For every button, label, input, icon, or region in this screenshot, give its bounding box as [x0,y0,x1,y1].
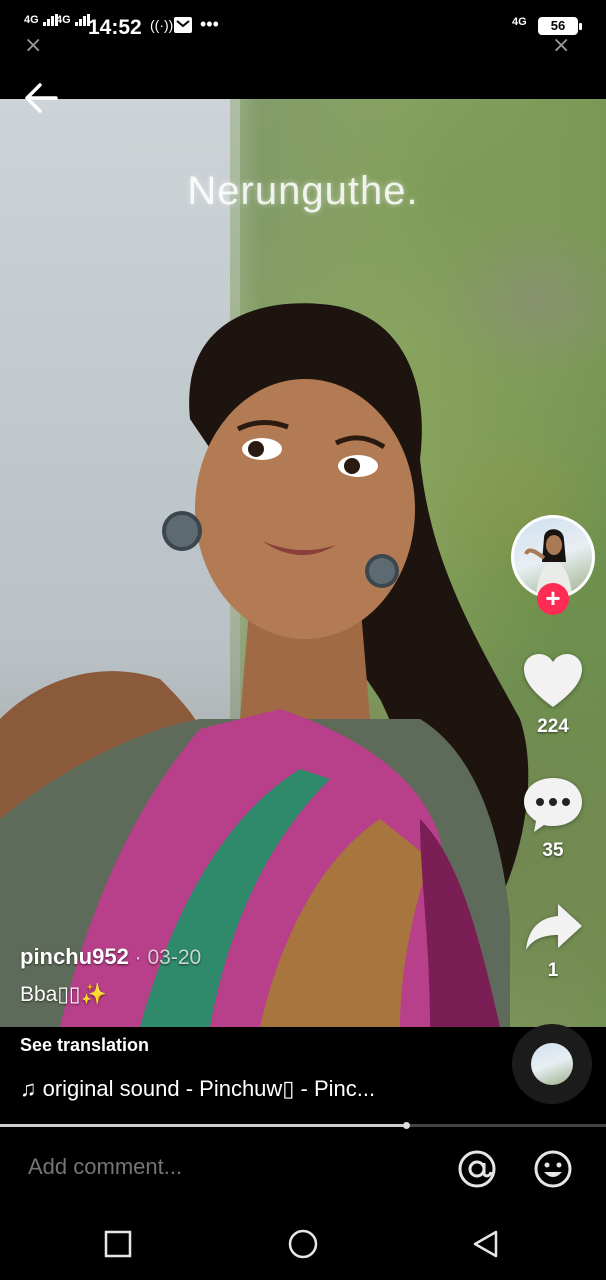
signal-indicator-2: 4G [56,14,91,26]
video-subject [0,303,529,1027]
network-right: 4G [512,16,527,28]
comment-input[interactable] [28,1154,428,1180]
sound-link[interactable]: ♫ original sound - Pinchuw▯ - Pinc... [20,1076,375,1102]
comment-bubble-icon [524,778,582,832]
comment-button[interactable]: 35 [518,776,588,862]
like-count: 224 [537,716,569,737]
sound-disc-avatar [531,1043,573,1085]
post-description: Bba▯▯✨ [20,983,107,1006]
emoji-icon[interactable] [532,1148,574,1190]
progress-fill [0,1124,407,1127]
creator-avatar-button[interactable]: + [511,515,595,615]
triangle-back-icon[interactable] [470,1228,502,1260]
signal-2-label: 4G [56,14,71,26]
follow-button[interactable]: + [537,583,569,615]
video-overlay-text: Nerunguthe. [187,169,419,213]
share-button[interactable]: 1 [518,902,588,982]
hotspot-icon: ((·)) [150,17,174,33]
comment-bar [0,1130,606,1206]
system-nav-bar [0,1206,606,1280]
square-icon[interactable] [102,1228,134,1260]
at-sign-icon[interactable] [456,1148,498,1190]
heart-icon [524,654,582,707]
back-arrow-icon[interactable] [22,78,62,118]
status-bar: 4G 4G 14:52 ((·)) ••• 4G 56 ⨯ ⨯ [0,0,606,57]
capcut-watermark-icon: ⨯ [552,32,571,57]
sound-disc-button[interactable] [512,1024,592,1104]
capcut-watermark-icon: ⨯ [24,32,43,57]
see-translation-link[interactable]: See translation [20,1035,149,1056]
signal-indicator-1: 4G [24,14,59,26]
share-count: 1 [547,960,559,981]
username[interactable]: pinchu952 [20,944,129,969]
signal-1-label: 4G [24,14,39,26]
post-date: · 03-20 [128,946,202,969]
mail-icon [174,17,192,33]
comment-count: 35 [542,840,564,861]
circle-icon[interactable] [287,1228,319,1260]
more-notifications-icon: ••• [200,14,219,34]
like-button[interactable]: 224 [518,652,588,738]
post-caption: pinchu952 · 03-20 Bba▯▯✨ [20,944,490,1007]
progress-knob[interactable] [403,1122,411,1129]
playback-progress[interactable] [0,1122,606,1129]
share-arrow-icon [526,904,582,950]
clock: 14:52 [88,16,142,39]
